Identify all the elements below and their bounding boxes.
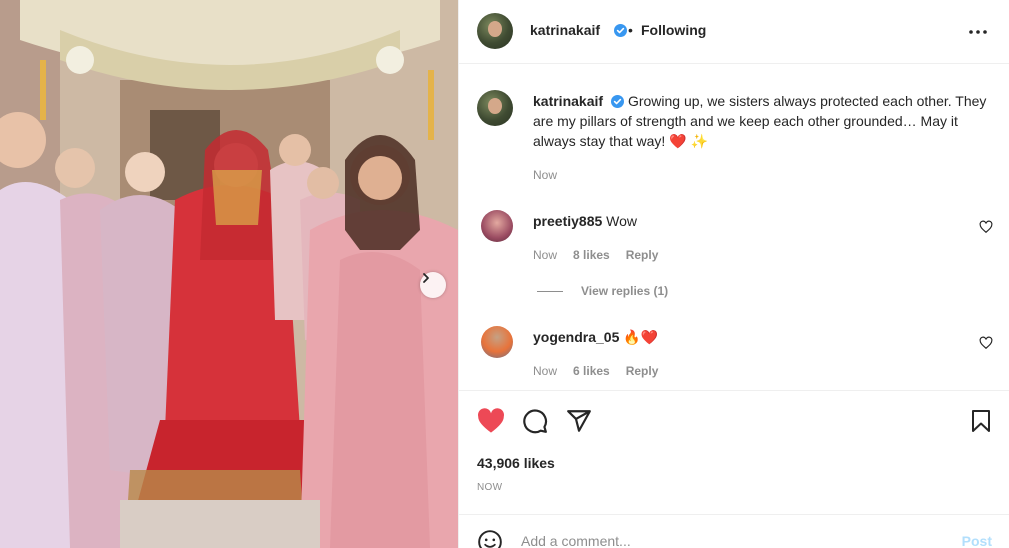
commenter-avatar[interactable]	[481, 326, 513, 358]
comment: preetiy885 Wow	[533, 213, 637, 229]
replies-divider	[537, 290, 563, 292]
share-button[interactable]	[566, 408, 592, 439]
save-button[interactable]	[969, 408, 993, 439]
comment-meta: Now 8 likes Reply	[533, 248, 658, 262]
reply-button[interactable]: Reply	[626, 364, 659, 378]
post-comment-button[interactable]: Post	[962, 533, 992, 548]
caption-username[interactable]: katrinakaif	[533, 93, 603, 109]
heart-outline-icon	[979, 336, 993, 350]
comment-likes[interactable]: 8 likes	[573, 248, 610, 262]
comment-text: 🔥❤️	[623, 329, 659, 345]
comment-meta: Now 6 likes Reply	[533, 364, 658, 378]
like-button[interactable]	[477, 408, 505, 439]
post-details-panel: katrinakaif • Following katrinakaif Grow…	[458, 0, 1009, 548]
commenter-avatar[interactable]	[481, 210, 513, 242]
author-username[interactable]: katrinakaif	[530, 22, 600, 38]
comment-button[interactable]	[522, 408, 548, 439]
comment-time: Now	[533, 364, 558, 378]
bookmark-icon	[972, 410, 990, 432]
heart-outline-icon	[979, 220, 993, 234]
chevron-right-icon	[423, 273, 429, 283]
more-horizontal-icon	[969, 30, 987, 34]
comment-bubble-icon	[523, 409, 548, 434]
paper-plane-icon	[567, 410, 591, 432]
post-actions: 43,906 likes NOW	[459, 390, 1009, 514]
next-photo-button[interactable]	[420, 272, 446, 298]
separator-dot: •	[628, 22, 633, 38]
comment: yogendra_05 🔥❤️	[533, 329, 658, 346]
post-header: katrinakaif • Following	[459, 0, 1009, 64]
wedding-photo-illustration	[0, 0, 458, 548]
like-comment-button[interactable]	[979, 336, 993, 355]
likes-count[interactable]: 43,906 likes	[477, 455, 555, 471]
comment-time: Now	[533, 248, 558, 262]
caption-avatar[interactable]	[477, 90, 513, 126]
like-comment-button[interactable]	[979, 220, 993, 239]
view-replies-label: View replies (1)	[581, 284, 669, 298]
comment-username[interactable]: preetiy885	[533, 213, 602, 229]
post-photo[interactable]	[0, 0, 458, 548]
add-comment-bar: Post	[459, 514, 1009, 548]
comment-likes[interactable]: 6 likes	[573, 364, 610, 378]
emoji-smiley-icon	[478, 530, 502, 548]
post-caption: katrinakaif Growing up, we sisters alway…	[533, 91, 993, 151]
more-options-button[interactable]	[968, 22, 988, 47]
reply-button[interactable]: Reply	[626, 248, 659, 262]
following-button[interactable]: Following	[641, 22, 706, 38]
comment-input[interactable]	[521, 533, 921, 548]
verified-badge-icon	[614, 24, 627, 37]
verified-badge-icon	[611, 95, 625, 108]
emoji-button[interactable]	[477, 529, 503, 548]
heart-filled-icon	[478, 408, 504, 433]
post-timestamp: NOW	[477, 482, 503, 493]
view-replies-button[interactable]: View replies (1)	[537, 284, 668, 298]
author-avatar[interactable]	[477, 13, 513, 49]
comment-username[interactable]: yogendra_05	[533, 329, 619, 345]
caption-time: Now	[533, 168, 558, 182]
comment-text: Wow	[606, 213, 638, 229]
